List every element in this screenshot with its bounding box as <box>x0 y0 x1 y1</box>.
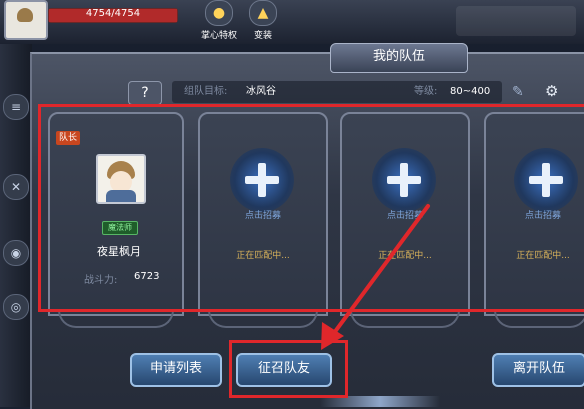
team-info-bar: 组队目标: 冰风谷 等级: 80~400 <box>172 81 502 103</box>
level-value: 80~400 <box>450 86 491 97</box>
level-label: 等级: <box>414 86 438 97</box>
costume-label: 变装 <box>253 31 272 41</box>
matching-status-2: 正在匹配中... <box>378 251 432 261</box>
player-avatar[interactable] <box>4 0 48 40</box>
leave-team-button[interactable]: 离开队伍 <box>492 353 584 387</box>
team-goal-label: 组队目标: <box>184 86 228 97</box>
class-badge: 魔法师 <box>102 221 138 235</box>
penguin-icon: ● <box>205 0 233 26</box>
recruit-plus-icon-2[interactable] <box>372 148 436 212</box>
recruit-teammates-button[interactable]: 征召队友 <box>236 353 332 387</box>
member-name: 夜星枫月 <box>97 245 141 258</box>
recruit-label-1[interactable]: 点击招募 <box>208 208 318 221</box>
panel-title: 我的队伍 <box>330 43 468 73</box>
side-lock-icon[interactable]: ◉ <box>3 240 29 266</box>
power-value: 6723 <box>134 271 160 282</box>
apply-list-button[interactable]: 申请列表 <box>130 353 222 387</box>
power-label: 战斗力: <box>84 275 118 286</box>
captain-tag: 队长 <box>56 131 80 145</box>
matching-status-1: 正在匹配中... <box>236 251 290 261</box>
settings-icon[interactable]: ⚙ <box>545 82 567 102</box>
help-button[interactable]: ? <box>128 81 162 105</box>
privilege-label: 掌心特权 <box>200 31 237 41</box>
costume-button[interactable]: ▲ 变装 <box>242 0 284 41</box>
hud-right-area <box>456 6 576 36</box>
recruit-label-3[interactable]: 点击招募 <box>488 208 584 221</box>
matching-status-3: 正在匹配中... <box>516 251 570 261</box>
team-goal-value[interactable]: 冰风谷 <box>246 81 276 103</box>
side-sword-icon[interactable]: ✕ <box>3 174 29 200</box>
shirt-icon: ▲ <box>249 0 277 26</box>
bottom-ornament <box>320 396 440 407</box>
side-menu-icon[interactable]: ≡ <box>3 94 29 120</box>
hp-bar: 4754/4754 <box>48 8 178 23</box>
left-side-strip: ≡ ✕ ◉ ◎ <box>0 44 32 407</box>
privilege-button[interactable]: ● 掌心特权 <box>198 0 240 41</box>
recruit-label-2[interactable]: 点击招募 <box>350 208 460 221</box>
recruit-plus-icon-3[interactable] <box>514 148 578 212</box>
recruit-plus-icon-1[interactable] <box>230 148 294 212</box>
top-hud: 4754/4754 ● 掌心特权 ▲ 变装 <box>0 0 584 44</box>
side-lock2-icon[interactable]: ◎ <box>3 294 29 320</box>
edit-pen-icon[interactable]: ✎ <box>512 84 526 100</box>
hp-text: 4754/4754 <box>85 8 141 19</box>
captain-avatar[interactable] <box>96 154 146 204</box>
